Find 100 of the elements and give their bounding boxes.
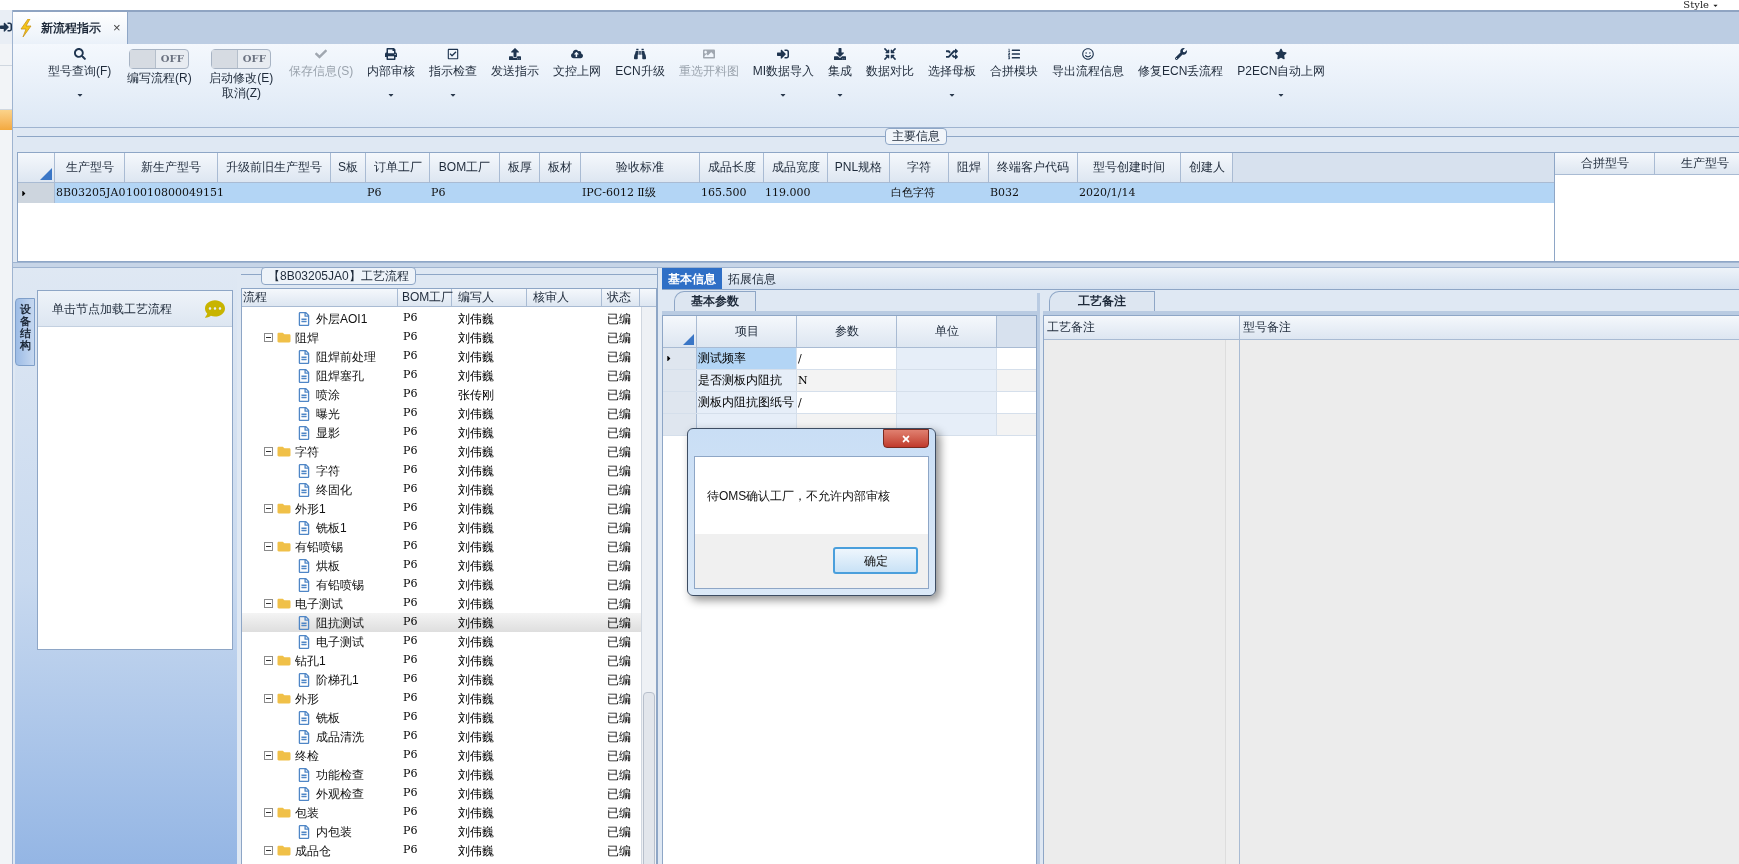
tree-row[interactable]: 成品仓 P6 刘伟巍 已编	[242, 841, 641, 860]
collapse-icon[interactable]	[264, 447, 273, 456]
tree-row[interactable]: 终固化 P6 刘伟巍 已编	[242, 480, 641, 499]
column-header[interactable]: 字符	[890, 153, 949, 182]
toggle-switch[interactable]: OFF	[211, 49, 272, 69]
table-cell: 已编	[607, 786, 631, 801]
tree-row[interactable]: 阻焊前处理 P6 刘伟巍 已编	[242, 347, 641, 366]
collapse-icon[interactable]	[264, 333, 273, 342]
tree-row[interactable]: 功能检查 P6 刘伟巍 已编	[242, 765, 641, 784]
column-header[interactable]: 板厚	[500, 153, 540, 182]
tree-row[interactable]: 外观检查 P6 刘伟巍 已编	[242, 784, 641, 803]
tree-row[interactable]: 电子测试 P6 刘伟巍 已编	[242, 594, 641, 613]
toolbar-button[interactable]: 合拼模块	[983, 46, 1045, 106]
toolbar-button[interactable]: 修复ECN丢流程	[1131, 46, 1231, 106]
column-header[interactable]: 核审人	[527, 289, 602, 306]
toolbar-button[interactable]: 导出流程信息	[1045, 46, 1131, 106]
column-header[interactable]: 新生产型号	[125, 153, 218, 182]
tab[interactable]: 基本信息	[662, 268, 722, 289]
toolbar-button[interactable]: MI数据导入	[745, 46, 821, 106]
collapse-icon[interactable]	[264, 694, 273, 703]
panel-tab[interactable]: 基本参数	[674, 291, 756, 311]
column-header[interactable]: 升级前旧生产型号	[218, 153, 331, 182]
style-menu[interactable]: Style	[1683, 0, 1719, 10]
tree-row[interactable]: 外形 P6 刘伟巍 已编	[242, 689, 641, 708]
tab[interactable]: 拓展信息	[722, 268, 782, 289]
toolbar-button[interactable]: 文控上网	[546, 46, 609, 106]
tree-row[interactable]: 外层AOI1 P6 刘伟巍 已编	[242, 309, 641, 328]
tree-row[interactable]: 包装 P6 刘伟巍 已编	[242, 803, 641, 822]
toolbar-button[interactable]: 型号查询(F)	[41, 46, 119, 106]
tree-row[interactable]: 烘板 P6 刘伟巍 已编	[242, 556, 641, 575]
table-row[interactable]: 8B03205JA010010800049151 P6 P6 IPC-6012 Ⅱ级 165.500 119.000 白色字符 B032 2020/1/14	[18, 183, 1554, 203]
toggle-switch[interactable]: OFF	[129, 49, 190, 69]
collapse-icon[interactable]	[264, 599, 273, 608]
tree-row[interactable]: 终检 P6 刘伟巍 已编	[242, 746, 641, 765]
column-header[interactable]: 订单工厂	[366, 153, 430, 182]
tree-row[interactable]: 铣板1 P6 刘伟巍 已编	[242, 518, 641, 537]
tree-row[interactable]: 电子测试 P6 刘伟巍 已编	[242, 632, 641, 651]
column-header[interactable]: 项目	[697, 316, 797, 347]
column-header[interactable]: 参数	[797, 316, 897, 347]
toolbar-button[interactable]: 数据对比	[859, 46, 921, 106]
toolbar-button[interactable]: 发送指示	[484, 46, 547, 106]
tree-row[interactable]: 字符 P6 刘伟巍 已编	[242, 442, 641, 461]
tree-row[interactable]: 曝光 P6 刘伟巍 已编	[242, 404, 641, 423]
column-header[interactable]: BOM工厂	[398, 289, 452, 306]
table-cell: 已编	[607, 501, 631, 516]
tree-row[interactable]: 阻焊 P6 刘伟巍 已编	[242, 328, 641, 347]
tree-row[interactable]: 阶梯孔1 P6 刘伟巍 已编	[242, 670, 641, 689]
tree-row[interactable]: 显影 P6 刘伟巍 已编	[242, 423, 641, 442]
tree-row[interactable]: 内包装 P6 刘伟巍 已编	[242, 822, 641, 841]
collapse-icon[interactable]	[264, 808, 273, 817]
column-header[interactable]: 型号创建时间	[1078, 153, 1181, 182]
collapse-icon[interactable]	[264, 542, 273, 551]
tree-row[interactable]: 字符 P6 刘伟巍 已编	[242, 461, 641, 480]
toolbar-button[interactable]: ECN升级	[608, 46, 672, 106]
column-header[interactable]: S板	[331, 153, 366, 182]
column-header[interactable]: 终端客户代码	[989, 153, 1078, 182]
toolbar-button[interactable]: 集成	[821, 46, 859, 106]
tree-row[interactable]: 铣板 P6 刘伟巍 已编	[242, 708, 641, 727]
column-header[interactable]: 阻焊	[949, 153, 989, 182]
column-header[interactable]: 合拼型号	[1555, 153, 1655, 174]
toolbar-button[interactable]: 指示检查	[422, 46, 485, 106]
sign-in-icon[interactable]	[0, 21, 12, 33]
column-header[interactable]: PNL规格	[828, 153, 890, 182]
toolbar-button[interactable]: P2ECN自动上网	[1230, 46, 1333, 106]
column-header[interactable]: 生产型号	[1655, 153, 1739, 174]
vertical-tab[interactable]: 设备结构	[15, 298, 35, 366]
column-header[interactable]: BOM工厂	[430, 153, 500, 182]
close-icon[interactable]: ×	[113, 18, 121, 38]
toolbar-button[interactable]: 内部审核	[360, 46, 423, 106]
scrollbar[interactable]	[641, 307, 656, 864]
column-header[interactable]: 生产型号	[55, 153, 125, 182]
document-tab[interactable]: 新流程指示 ×	[13, 12, 128, 44]
tree-row[interactable]: 有铅喷锡 P6 刘伟巍 已编	[242, 575, 641, 594]
table-cell[interactable]: 测试频率	[697, 348, 797, 369]
toolbar-button[interactable]: 选择母板	[921, 46, 983, 106]
close-button[interactable]	[883, 429, 929, 448]
tree-row[interactable]: 钻孔1 P6 刘伟巍 已编	[242, 651, 641, 670]
column-header[interactable]: 验收标准	[581, 153, 700, 182]
collapse-icon[interactable]	[264, 751, 273, 760]
table-cell[interactable]: 测板内阻抗图纸号	[697, 392, 797, 413]
table-cell: 2020/1/14	[1079, 186, 1136, 199]
panel-tab[interactable]: 工艺备注	[1049, 291, 1155, 311]
table-cell[interactable]: 是否测板内阻抗	[697, 370, 797, 391]
collapse-icon[interactable]	[264, 656, 273, 665]
column-header[interactable]: 成品宽度	[764, 153, 828, 182]
column-header[interactable]: 编写人	[452, 289, 527, 306]
column-header[interactable]: 成品长度	[700, 153, 764, 182]
tree-row[interactable]: 成品清洗 P6 刘伟巍 已编	[242, 727, 641, 746]
tree-row[interactable]: 外形1 P6 刘伟巍 已编	[242, 499, 641, 518]
tree-row[interactable]: 阻焊塞孔 P6 刘伟巍 已编	[242, 366, 641, 385]
tree-row[interactable]: 有铅喷锡 P6 刘伟巍 已编	[242, 537, 641, 556]
column-header[interactable]: 流程	[242, 289, 398, 306]
column-header[interactable]: 板材	[540, 153, 581, 182]
tree-row[interactable]: 喷涂 P6 张传刚 已编	[242, 385, 641, 404]
column-header[interactable]: 状态	[602, 289, 640, 306]
column-header[interactable]: 型号备注	[1240, 316, 1739, 340]
column-header[interactable]: 工艺备注	[1044, 316, 1239, 340]
collapse-icon[interactable]	[264, 846, 273, 855]
collapse-icon[interactable]	[264, 504, 273, 513]
ok-button[interactable]: 确定	[833, 547, 918, 574]
